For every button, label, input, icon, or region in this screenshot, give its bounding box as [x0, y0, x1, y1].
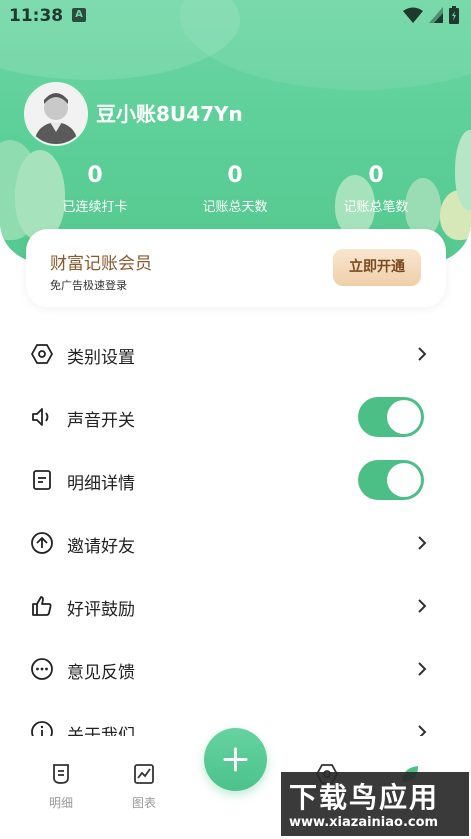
watermark-url: www.xiazainiao.com [289, 815, 439, 830]
stat-label: 记账总天数 [202, 200, 268, 215]
detail-toggle[interactable] [358, 460, 424, 500]
notification-a-icon: A [72, 8, 86, 22]
chevron-right-icon [418, 725, 427, 736]
sound-toggle[interactable] [358, 397, 424, 437]
thumbs-up-icon [32, 596, 52, 616]
receipt-icon [53, 764, 69, 784]
settings-menu: 类别设置 声音开关 明细详情 邀请好友 好评鼓励 意见反馈 关于我们 [0, 322, 471, 736]
stat-value: 0 [87, 163, 103, 188]
wifi-icon [403, 7, 423, 23]
menu-item-label: 明细详情 [67, 474, 135, 494]
stat-checkin-streak: 0 已连续打卡 [35, 163, 155, 215]
menu-item-label: 意见反馈 [67, 663, 135, 683]
stat-label: 已连续打卡 [62, 200, 128, 215]
tab-details[interactable]: 明细 [36, 762, 86, 811]
menu-item-label: 关于我们 [67, 726, 135, 736]
upload-circle-icon [31, 532, 53, 554]
battery-icon [449, 6, 459, 24]
tab-charts[interactable]: 图表 [119, 762, 169, 811]
stat-label: 记账总笔数 [343, 200, 409, 215]
profile-header: 11:38 A 豆小账8U47Yn 0 已连续打卡 0 记账总天数 0 记账总笔… [0, 0, 471, 262]
info-icon [31, 721, 53, 736]
menu-item-invite-friends[interactable]: 邀请好友 [0, 511, 471, 574]
hexagon-settings-icon [31, 344, 53, 364]
stat-total-entries: 0 记账总笔数 [316, 163, 436, 215]
menu-item-feedback[interactable]: 意见反馈 [0, 637, 471, 700]
document-icon [33, 470, 51, 490]
avatar[interactable] [24, 82, 88, 146]
status-indicators [403, 6, 459, 24]
watermark: 下载鸟应用 www.xiazainiao.com [281, 772, 469, 836]
chevron-right-icon [418, 599, 427, 613]
chevron-right-icon [418, 347, 427, 361]
stat-value: 0 [227, 163, 243, 188]
speaker-icon [32, 408, 49, 426]
menu-item-label: 好评鼓励 [67, 600, 135, 620]
status-bar: 11:38 A [0, 0, 471, 34]
add-record-button[interactable] [204, 728, 267, 791]
menu-item-category-settings[interactable]: 类别设置 [0, 322, 471, 385]
chevron-right-icon [418, 662, 427, 676]
tab-label: 图表 [131, 796, 156, 810]
tab-label: 明细 [48, 796, 73, 810]
toggle-knob [387, 463, 421, 497]
plus-icon [223, 747, 248, 772]
stat-value: 0 [368, 163, 384, 188]
menu-item-label: 邀请好友 [67, 537, 135, 557]
chart-icon [134, 764, 154, 784]
status-time: 11:38 [9, 6, 64, 26]
vip-subtitle: 免广告极速登录 [50, 279, 127, 292]
menu-item-sound-switch: 声音开关 [0, 385, 471, 448]
stat-total-days: 0 记账总天数 [175, 163, 295, 215]
chat-dots-icon [31, 658, 53, 680]
cellular-signal-icon [429, 7, 443, 23]
vip-membership-card[interactable]: 财富记账会员 免广告极速登录 立即开通 [26, 229, 446, 307]
vip-title: 财富记账会员 [50, 254, 152, 274]
activate-vip-button[interactable]: 立即开通 [333, 249, 421, 286]
watermark-title: 下载鸟应用 [289, 781, 440, 814]
username[interactable]: 豆小账8U47Yn [96, 98, 243, 127]
menu-item-label: 类别设置 [67, 348, 135, 368]
menu-item-label: 声音开关 [67, 411, 135, 431]
user-silhouette-icon [34, 93, 78, 144]
menu-item-detail-info: 明细详情 [0, 448, 471, 511]
chevron-right-icon [418, 536, 427, 550]
toggle-knob [387, 400, 421, 434]
menu-item-rate-us[interactable]: 好评鼓励 [0, 574, 471, 637]
